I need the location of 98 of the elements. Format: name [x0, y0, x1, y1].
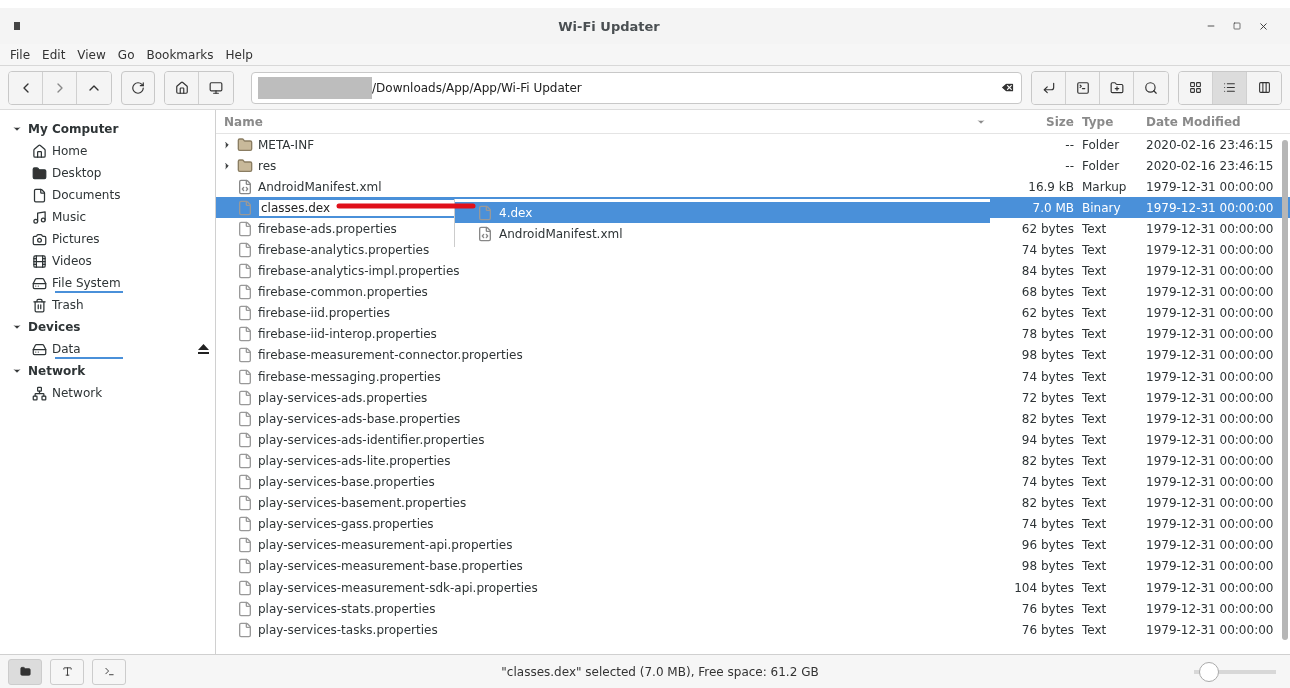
file-date: 1979-12-31 00:00:00 — [1145, 580, 1275, 595]
file-date: 1979-12-31 00:00:00 — [1145, 369, 1275, 384]
file-type: Text — [1081, 496, 1108, 511]
file-type: Text — [1081, 285, 1108, 300]
file-size: 62 bytes — [1020, 221, 1074, 236]
file-size: 74 bytes — [1020, 369, 1074, 384]
file-type: Text — [1081, 411, 1108, 426]
file-name: play-services-ads-identifier.properties — [258, 432, 485, 447]
file-type: Text — [1081, 538, 1108, 553]
file-size: 94 bytes — [1020, 432, 1074, 447]
file-date: 1979-12-31 00:00:00 — [1145, 622, 1275, 637]
file-date: 1979-12-31 00:00:00 — [1145, 496, 1275, 511]
file-size: 76 bytes — [1020, 601, 1074, 616]
file-date: 2020-02-16 23:46:15 — [1145, 137, 1275, 152]
file-name: firebase-analytics-impl.properties — [258, 264, 460, 279]
file-name: play-services-measurement-api.properties — [258, 538, 513, 553]
file-date: 1979-12-31 00:00:00 — [1145, 221, 1275, 236]
file-name: firebase-iid-interop.properties — [258, 327, 437, 342]
file-size: 82 bytes — [1020, 496, 1074, 511]
file-type: Text — [1081, 243, 1108, 257]
file-name: play-services-ads-lite.properties — [258, 453, 451, 468]
file-date: 1979-12-31 00:00:00 — [1145, 517, 1275, 532]
file-name: firebase-analytics.properties — [258, 243, 430, 257]
location-text: /Downloads/App/App/Wi-Fi Updater — [372, 80, 583, 95]
file-size: -- — [1064, 137, 1074, 152]
file-size: 74 bytes — [1020, 517, 1074, 532]
file-size: 68 bytes — [1020, 285, 1074, 300]
file-date: 1979-12-31 00:00:00 — [1145, 432, 1275, 447]
file-size: 78 bytes — [1020, 327, 1074, 342]
file-type: Text — [1081, 348, 1108, 363]
file-date: 2020-02-16 23:46:15 — [1145, 158, 1275, 173]
file-size: 16.9 kB — [1027, 179, 1074, 194]
file-name: play-services-measurement-base.properties — [258, 559, 523, 574]
file-type: Text — [1081, 306, 1108, 321]
file-size: 74 bytes — [1020, 243, 1074, 257]
file-name: META-INF — [258, 137, 315, 152]
file-date: 1979-12-31 00:00:00 — [1145, 179, 1275, 194]
file-size: 98 bytes — [1020, 348, 1074, 363]
file-size: 84 bytes — [1020, 264, 1074, 279]
file-type: Text — [1081, 622, 1108, 637]
file-type: Text — [1081, 432, 1108, 447]
file-date: 1979-12-31 00:00:00 — [1145, 200, 1275, 215]
file-name: AndroidManifest.xml — [258, 179, 382, 194]
file-date: 1979-12-31 00:00:00 — [1145, 538, 1275, 553]
file-size: 98 bytes — [1020, 559, 1074, 574]
file-name: res — [258, 158, 277, 173]
status-text: "classes.dex" selected (7.0 MB), Free space: 61.2 GB — [500, 664, 820, 679]
file-date: 1979-12-31 00:00:00 — [1145, 306, 1275, 321]
file-type: Text — [1081, 475, 1108, 490]
file-name: firebase-common.properties — [258, 285, 428, 300]
file-size: 72 bytes — [1020, 390, 1074, 405]
file-size: 96 bytes — [1020, 538, 1074, 553]
file-type: Text — [1081, 390, 1108, 405]
file-size: 104 bytes — [1013, 580, 1074, 595]
file-date: 1979-12-31 00:00:00 — [1145, 348, 1275, 363]
file-name: firebase-iid.properties — [258, 306, 390, 321]
file-type: Text — [1081, 517, 1108, 532]
file-name: play-services-ads-base.properties — [258, 411, 461, 426]
file-date: 1979-12-31 00:00:00 — [1145, 559, 1275, 574]
file-name: play-services-base.properties — [258, 475, 435, 490]
file-date: 1979-12-31 00:00:00 — [1145, 601, 1275, 616]
file-name: firebase-messaging.properties — [258, 369, 441, 384]
file-size: 76 bytes — [1020, 622, 1074, 637]
file-name: play-services-basement.properties — [258, 496, 467, 511]
file-date: 1979-12-31 00:00:00 — [1145, 390, 1275, 405]
file-date: 1979-12-31 00:00:00 — [1145, 285, 1275, 300]
file-name: firebase-measurement-connector.properties — [258, 348, 523, 363]
file-size: 82 bytes — [1020, 453, 1074, 468]
file-type: Text — [1081, 221, 1108, 236]
file-size: 62 bytes — [1020, 306, 1074, 321]
file-type: Text — [1081, 453, 1108, 468]
file-name: play-services-ads.properties — [258, 390, 428, 405]
file-date: 1979-12-31 00:00:00 — [1145, 453, 1275, 468]
file-type: Text — [1081, 559, 1108, 574]
file-name: play-services-measurement-sdk-api.properties — [258, 580, 538, 595]
file-size: 7.0 MB — [1031, 200, 1074, 215]
file-name: firebase-ads.properties — [258, 221, 397, 236]
file-date: 1979-12-31 00:00:00 — [1145, 411, 1275, 426]
file-type: Folder — [1081, 158, 1121, 173]
file-size: 82 bytes — [1020, 411, 1074, 426]
file-date: 1979-12-31 00:00:00 — [1145, 327, 1275, 342]
file-type: Markup — [1081, 179, 1128, 194]
file-type: Text — [1081, 601, 1108, 616]
file-name: play-services-stats.properties — [258, 601, 436, 616]
file-date: 1979-12-31 00:00:00 — [1145, 264, 1275, 279]
file-date: 1979-12-31 00:00:00 — [1145, 243, 1275, 257]
window-title: Wi-Fi Updater — [557, 18, 661, 34]
file-name: play-services-gass.properties — [258, 517, 434, 532]
file-date: 1979-12-31 00:00:00 — [1145, 475, 1275, 490]
file-type: Text — [1081, 580, 1108, 595]
file-type: Text — [1081, 264, 1108, 279]
file-type: Folder — [1081, 137, 1121, 152]
file-name: play-services-tasks.properties — [258, 622, 438, 637]
file-type: Binary — [1081, 200, 1122, 215]
file-type: Text — [1081, 327, 1108, 342]
file-size: -- — [1064, 158, 1074, 173]
file-type: Text — [1081, 369, 1108, 384]
file-size: 74 bytes — [1020, 475, 1074, 490]
